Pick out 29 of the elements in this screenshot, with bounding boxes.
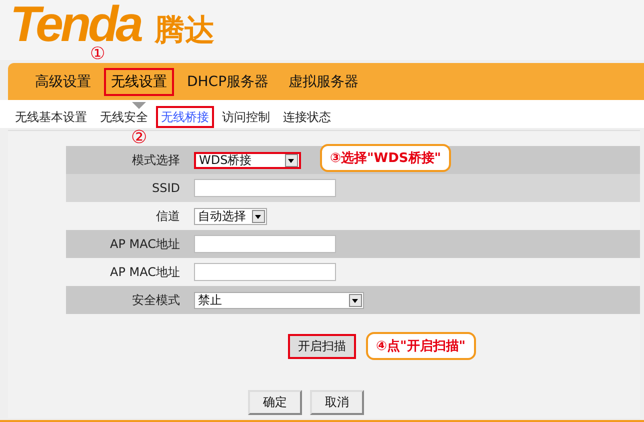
field-label: 安全模式	[131, 292, 181, 308]
nav-tab[interactable]: 高级设置	[28, 68, 98, 96]
field-label: 模式选择	[131, 152, 181, 168]
action-button[interactable]: 取消	[310, 390, 364, 415]
nav-tab[interactable]: DHCP服务器	[180, 68, 276, 96]
sub-tab[interactable]: 无线基本设置	[10, 106, 92, 128]
field-label: AP MAC地址	[109, 236, 181, 252]
dropdown[interactable]: 禁止	[194, 292, 364, 308]
scan-button[interactable]: 开启扫描	[288, 334, 356, 358]
logo-name: 腾达	[154, 12, 214, 50]
dropdown[interactable]: 自动选择	[194, 208, 267, 224]
step-number: ②	[131, 129, 148, 147]
nav-tab[interactable]: 虚拟服务器	[282, 68, 366, 96]
input-field[interactable]	[194, 179, 336, 197]
dropdown[interactable]: WDS桥接	[194, 152, 301, 168]
tenda-logo: Tenda	[10, 3, 140, 45]
action-button[interactable]: 确定	[248, 390, 302, 415]
sub-tab[interactable]: 连接状态	[278, 106, 336, 128]
sub-tab[interactable]: 无线桥接	[156, 106, 214, 128]
field-label: SSID	[150, 181, 181, 195]
input-field[interactable]	[194, 263, 336, 281]
field-label: 信道	[155, 208, 181, 224]
input-field[interactable]	[194, 235, 336, 253]
sub-tab[interactable]: 访问控制	[217, 106, 275, 128]
callout-label: ④点"开启扫描"	[366, 332, 476, 360]
callout-label: ③选择"WDS桥接"	[320, 144, 452, 172]
field-label: AP MAC地址	[109, 264, 181, 280]
step-number: ①	[90, 46, 106, 63]
sub-tab[interactable]: 无线安全	[95, 106, 153, 128]
